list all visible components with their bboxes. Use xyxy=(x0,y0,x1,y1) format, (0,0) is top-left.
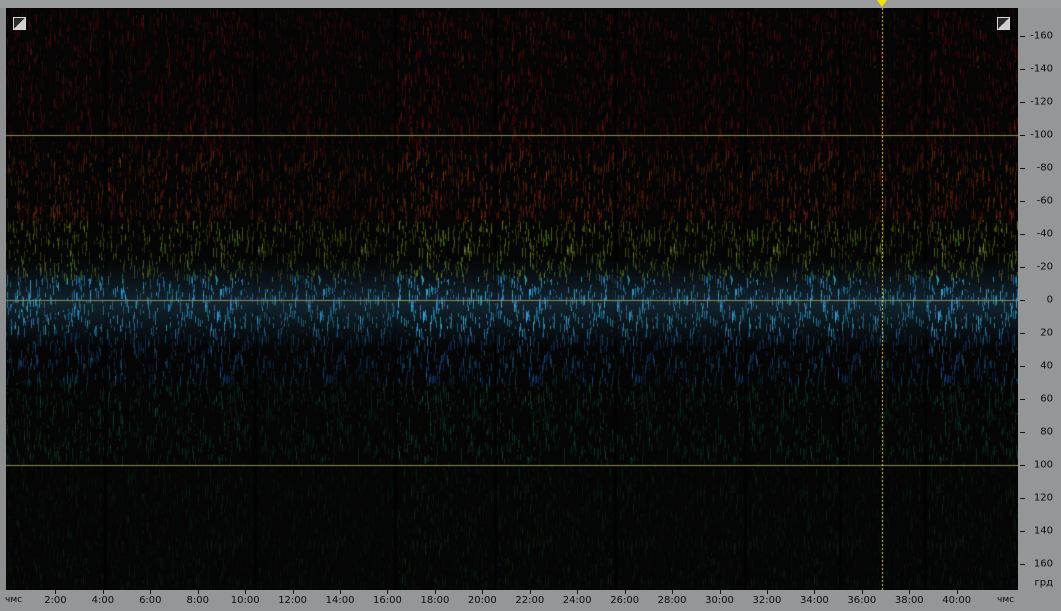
playhead-marker-icon[interactable] xyxy=(876,0,887,7)
y-axis-label: 60 xyxy=(1040,393,1053,405)
y-axis-tick xyxy=(1020,465,1025,466)
y-axis-label: 100 xyxy=(1033,459,1053,471)
x-axis-label: 36:00 xyxy=(847,595,877,606)
x-axis-tick xyxy=(150,590,152,594)
x-axis-label: 6:00 xyxy=(139,595,162,606)
x-axis-unit-left: чмс xyxy=(5,595,23,605)
x-axis-tick xyxy=(766,590,768,594)
y-axis-label: -20 xyxy=(1036,261,1053,273)
x-axis-tick xyxy=(624,590,626,594)
y-axis-label: -160 xyxy=(1030,30,1053,42)
y-axis-tick xyxy=(1020,36,1025,37)
y-axis-label: -40 xyxy=(1036,228,1053,240)
x-axis-label: 14:00 xyxy=(325,595,355,606)
y-axis-tick xyxy=(1020,531,1025,532)
x-axis-label: 4:00 xyxy=(91,595,115,606)
x-axis-tick xyxy=(672,590,674,594)
x-axis-label: 22:00 xyxy=(515,595,545,606)
angle-axis: -160 -140 -120 -100 -80 -60 -40 -20 0 20 40 60 80 100… xyxy=(1018,8,1061,590)
y-axis-label: -120 xyxy=(1030,96,1053,108)
x-axis-tick xyxy=(292,590,294,594)
x-axis-tick xyxy=(909,590,911,594)
y-axis-tick xyxy=(1020,234,1025,235)
time-axis[interactable]: 2:00 4:00 6:00 8:00 10:00 12:00 14:00 16:00 18:0… xyxy=(0,590,1061,611)
x-axis-label: 20:00 xyxy=(467,595,497,606)
y-axis-label: -100 xyxy=(1030,129,1053,141)
x-axis-tick xyxy=(197,590,199,594)
x-axis-label: 38:00 xyxy=(894,595,924,606)
y-axis-unit: грд xyxy=(1034,577,1053,589)
spectral-pan-display: -160 -140 -120 -100 -80 -60 -40 -20 0 20 40 60 80 100… xyxy=(0,0,1061,611)
x-axis-label: 2:00 xyxy=(44,595,67,606)
x-axis-tick xyxy=(55,590,57,594)
x-axis-unit-right: чмс xyxy=(997,595,1015,605)
y-axis-label: -80 xyxy=(1036,162,1053,174)
x-axis-label: 32:00 xyxy=(752,595,782,606)
x-axis-tick xyxy=(719,590,721,594)
y-axis-tick xyxy=(1020,69,1025,70)
y-axis-label: 120 xyxy=(1033,492,1053,504)
x-axis-label: 18:00 xyxy=(420,595,450,606)
y-axis-tick xyxy=(1020,432,1025,433)
y-axis-label: 20 xyxy=(1040,327,1053,339)
y-axis-tick xyxy=(1020,102,1025,103)
y-axis-tick xyxy=(1020,300,1025,301)
x-axis-label: 16:00 xyxy=(373,595,402,606)
y-axis-label: 140 xyxy=(1033,525,1053,537)
top-left-corner-resize-icon[interactable] xyxy=(13,17,26,30)
y-axis-tick xyxy=(1020,366,1025,367)
y-axis-label: 40 xyxy=(1040,360,1053,372)
x-axis-label: 12:00 xyxy=(278,595,308,606)
x-axis-tick xyxy=(434,590,436,594)
x-axis-label: 34:00 xyxy=(799,595,829,606)
top-right-corner-resize-icon[interactable] xyxy=(997,17,1010,30)
x-axis-label: 24:00 xyxy=(562,595,592,606)
x-axis-tick xyxy=(482,590,484,594)
x-axis-label: 10:00 xyxy=(230,595,260,606)
y-axis-label: -60 xyxy=(1036,195,1053,207)
x-axis-tick xyxy=(387,590,389,594)
x-axis-label: 26:00 xyxy=(610,595,640,606)
x-axis-tick xyxy=(577,590,579,594)
y-axis-tick xyxy=(1020,333,1025,334)
x-axis-tick xyxy=(956,590,958,594)
x-axis-label: 40:00 xyxy=(942,595,972,606)
timeline-top-strip[interactable] xyxy=(0,0,1061,8)
spectral-plot-area[interactable] xyxy=(6,8,1018,590)
y-axis-label: 80 xyxy=(1040,426,1053,438)
y-axis-label: 0 xyxy=(1046,294,1053,306)
y-axis-tick xyxy=(1020,564,1025,565)
x-axis-label: 8:00 xyxy=(186,595,209,606)
x-axis-tick xyxy=(340,590,342,594)
y-axis-tick xyxy=(1020,168,1025,169)
x-axis-label: 30:00 xyxy=(705,595,734,606)
spectral-canvas[interactable] xyxy=(6,8,1018,590)
y-axis-tick xyxy=(1020,498,1025,499)
x-axis-tick xyxy=(861,590,863,594)
x-axis-tick xyxy=(245,590,247,594)
y-axis-tick xyxy=(1020,201,1025,202)
x-axis-label: 28:00 xyxy=(657,595,687,606)
x-axis-tick xyxy=(529,590,531,594)
x-axis-tick xyxy=(102,590,104,594)
y-axis-label: 160 xyxy=(1033,558,1053,570)
y-axis-tick xyxy=(1020,135,1025,136)
y-axis-tick xyxy=(1020,267,1025,268)
y-axis-tick xyxy=(1020,399,1025,400)
y-axis-label: -140 xyxy=(1030,63,1053,75)
x-axis-tick xyxy=(814,590,816,594)
